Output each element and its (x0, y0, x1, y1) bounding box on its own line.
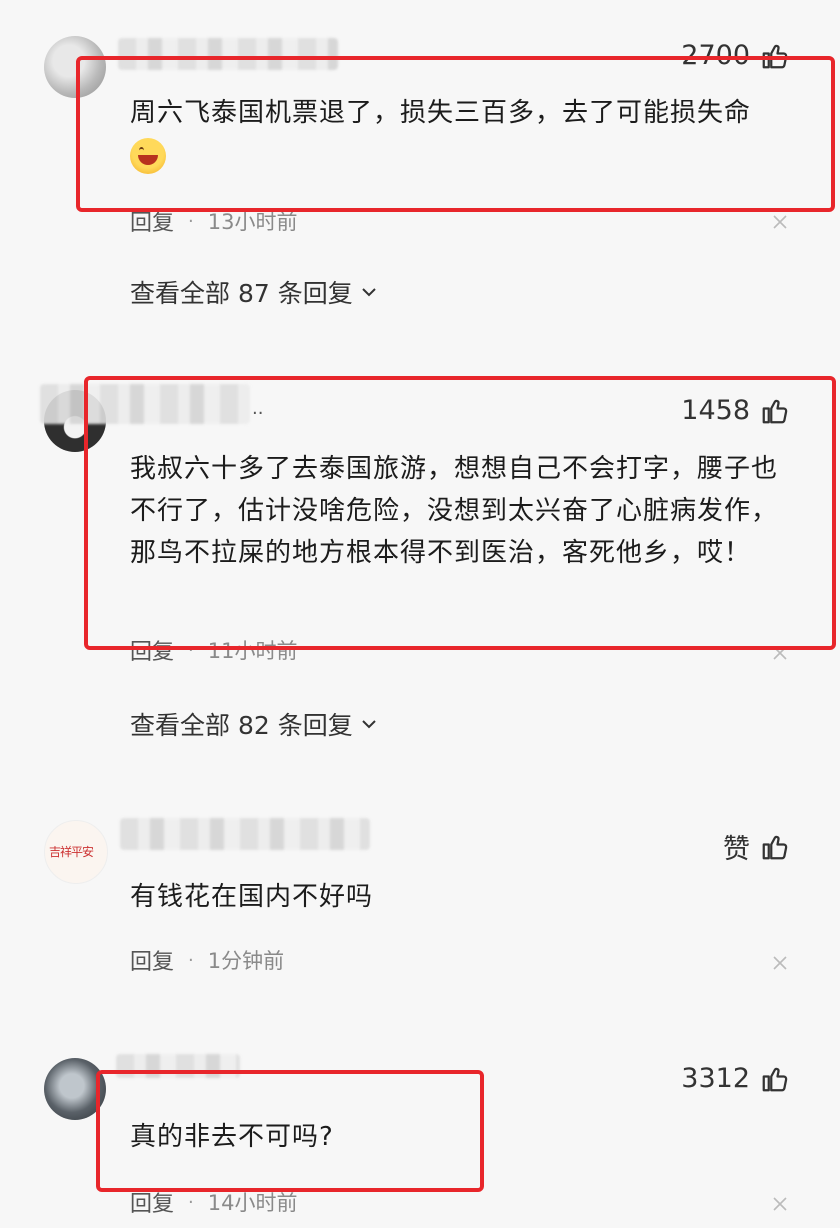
like-count-value: 3312 (681, 1063, 750, 1094)
avatar[interactable]: 吉祥平安 (44, 820, 108, 884)
comment-text-content: 周六飞泰国机票退了，损失三百多，去了可能损失命 (130, 98, 752, 128)
username-suffix: .. (252, 398, 264, 419)
comment-text: 真的非去不可吗? (130, 1122, 334, 1152)
like-count[interactable]: 1458 (681, 395, 790, 426)
comment-text: 周六飞泰国机票退了，损失三百多，去了可能损失命 (130, 92, 780, 176)
timestamp: 11小时前 (207, 639, 298, 663)
timestamp: 13小时前 (207, 210, 298, 234)
comment-text: 有钱花在国内不好吗 (130, 882, 374, 912)
comment-meta: 回复 · 14小时前 (130, 1186, 297, 1218)
like-count[interactable]: 2700 (681, 40, 790, 71)
thumb-up-icon[interactable] (760, 1064, 790, 1094)
grinning-face-icon (130, 137, 166, 174)
like-count[interactable]: 3312 (681, 1063, 790, 1094)
reply-button[interactable]: 回复 (130, 634, 174, 666)
close-icon[interactable] (772, 955, 788, 971)
close-icon[interactable] (772, 645, 788, 661)
username-blurred[interactable] (40, 384, 250, 424)
avatar-logo: 吉祥平安 (49, 845, 94, 859)
separator-dot: · (188, 1191, 194, 1213)
thumb-up-icon[interactable] (760, 832, 790, 862)
view-all-replies[interactable]: 查看全部 87 条回复 (130, 274, 377, 310)
separator-dot: · (188, 210, 194, 232)
comment-1: 2700 周六飞泰国机票退了，损失三百多，去了可能损失命 回复 · 13小时前 … (0, 0, 840, 330)
like-count-value: 2700 (681, 40, 750, 71)
comment-meta: 回复 · 1分钟前 (130, 944, 284, 976)
username-blurred[interactable] (118, 38, 338, 70)
close-icon[interactable] (772, 1196, 788, 1212)
thumb-up-icon[interactable] (760, 396, 790, 426)
reply-button[interactable]: 回复 (130, 1186, 174, 1218)
like-count-value: 1458 (681, 395, 750, 426)
separator-dot: · (188, 639, 194, 661)
reply-button[interactable]: 回复 (130, 944, 174, 976)
username-blurred[interactable] (116, 1054, 240, 1078)
chevron-down-icon (361, 716, 377, 732)
avatar[interactable] (44, 1058, 106, 1120)
comment-meta: 回复 · 13小时前 (130, 205, 297, 237)
separator-dot: · (188, 949, 194, 971)
like-count[interactable]: 赞 (723, 827, 790, 866)
comment-meta: 回复 · 11小时前 (130, 634, 297, 666)
thumb-up-icon[interactable] (760, 41, 790, 71)
comment-text: 我叔六十多了去泰国旅游，想想自己不会打字，腰子也不行了，估计没啥危险，没想到太兴… (130, 454, 779, 568)
view-all-replies[interactable]: 查看全部 82 条回复 (130, 706, 377, 742)
like-label: 赞 (723, 834, 750, 865)
view-all-label: 查看全部 87 条回复 (130, 279, 353, 308)
avatar[interactable] (44, 36, 106, 98)
timestamp: 1分钟前 (207, 949, 285, 973)
view-all-label: 查看全部 82 条回复 (130, 711, 353, 740)
username-blurred[interactable] (120, 818, 370, 850)
close-icon[interactable] (772, 214, 788, 230)
chevron-down-icon (361, 284, 377, 300)
timestamp: 14小时前 (207, 1191, 298, 1215)
reply-button[interactable]: 回复 (130, 205, 174, 237)
